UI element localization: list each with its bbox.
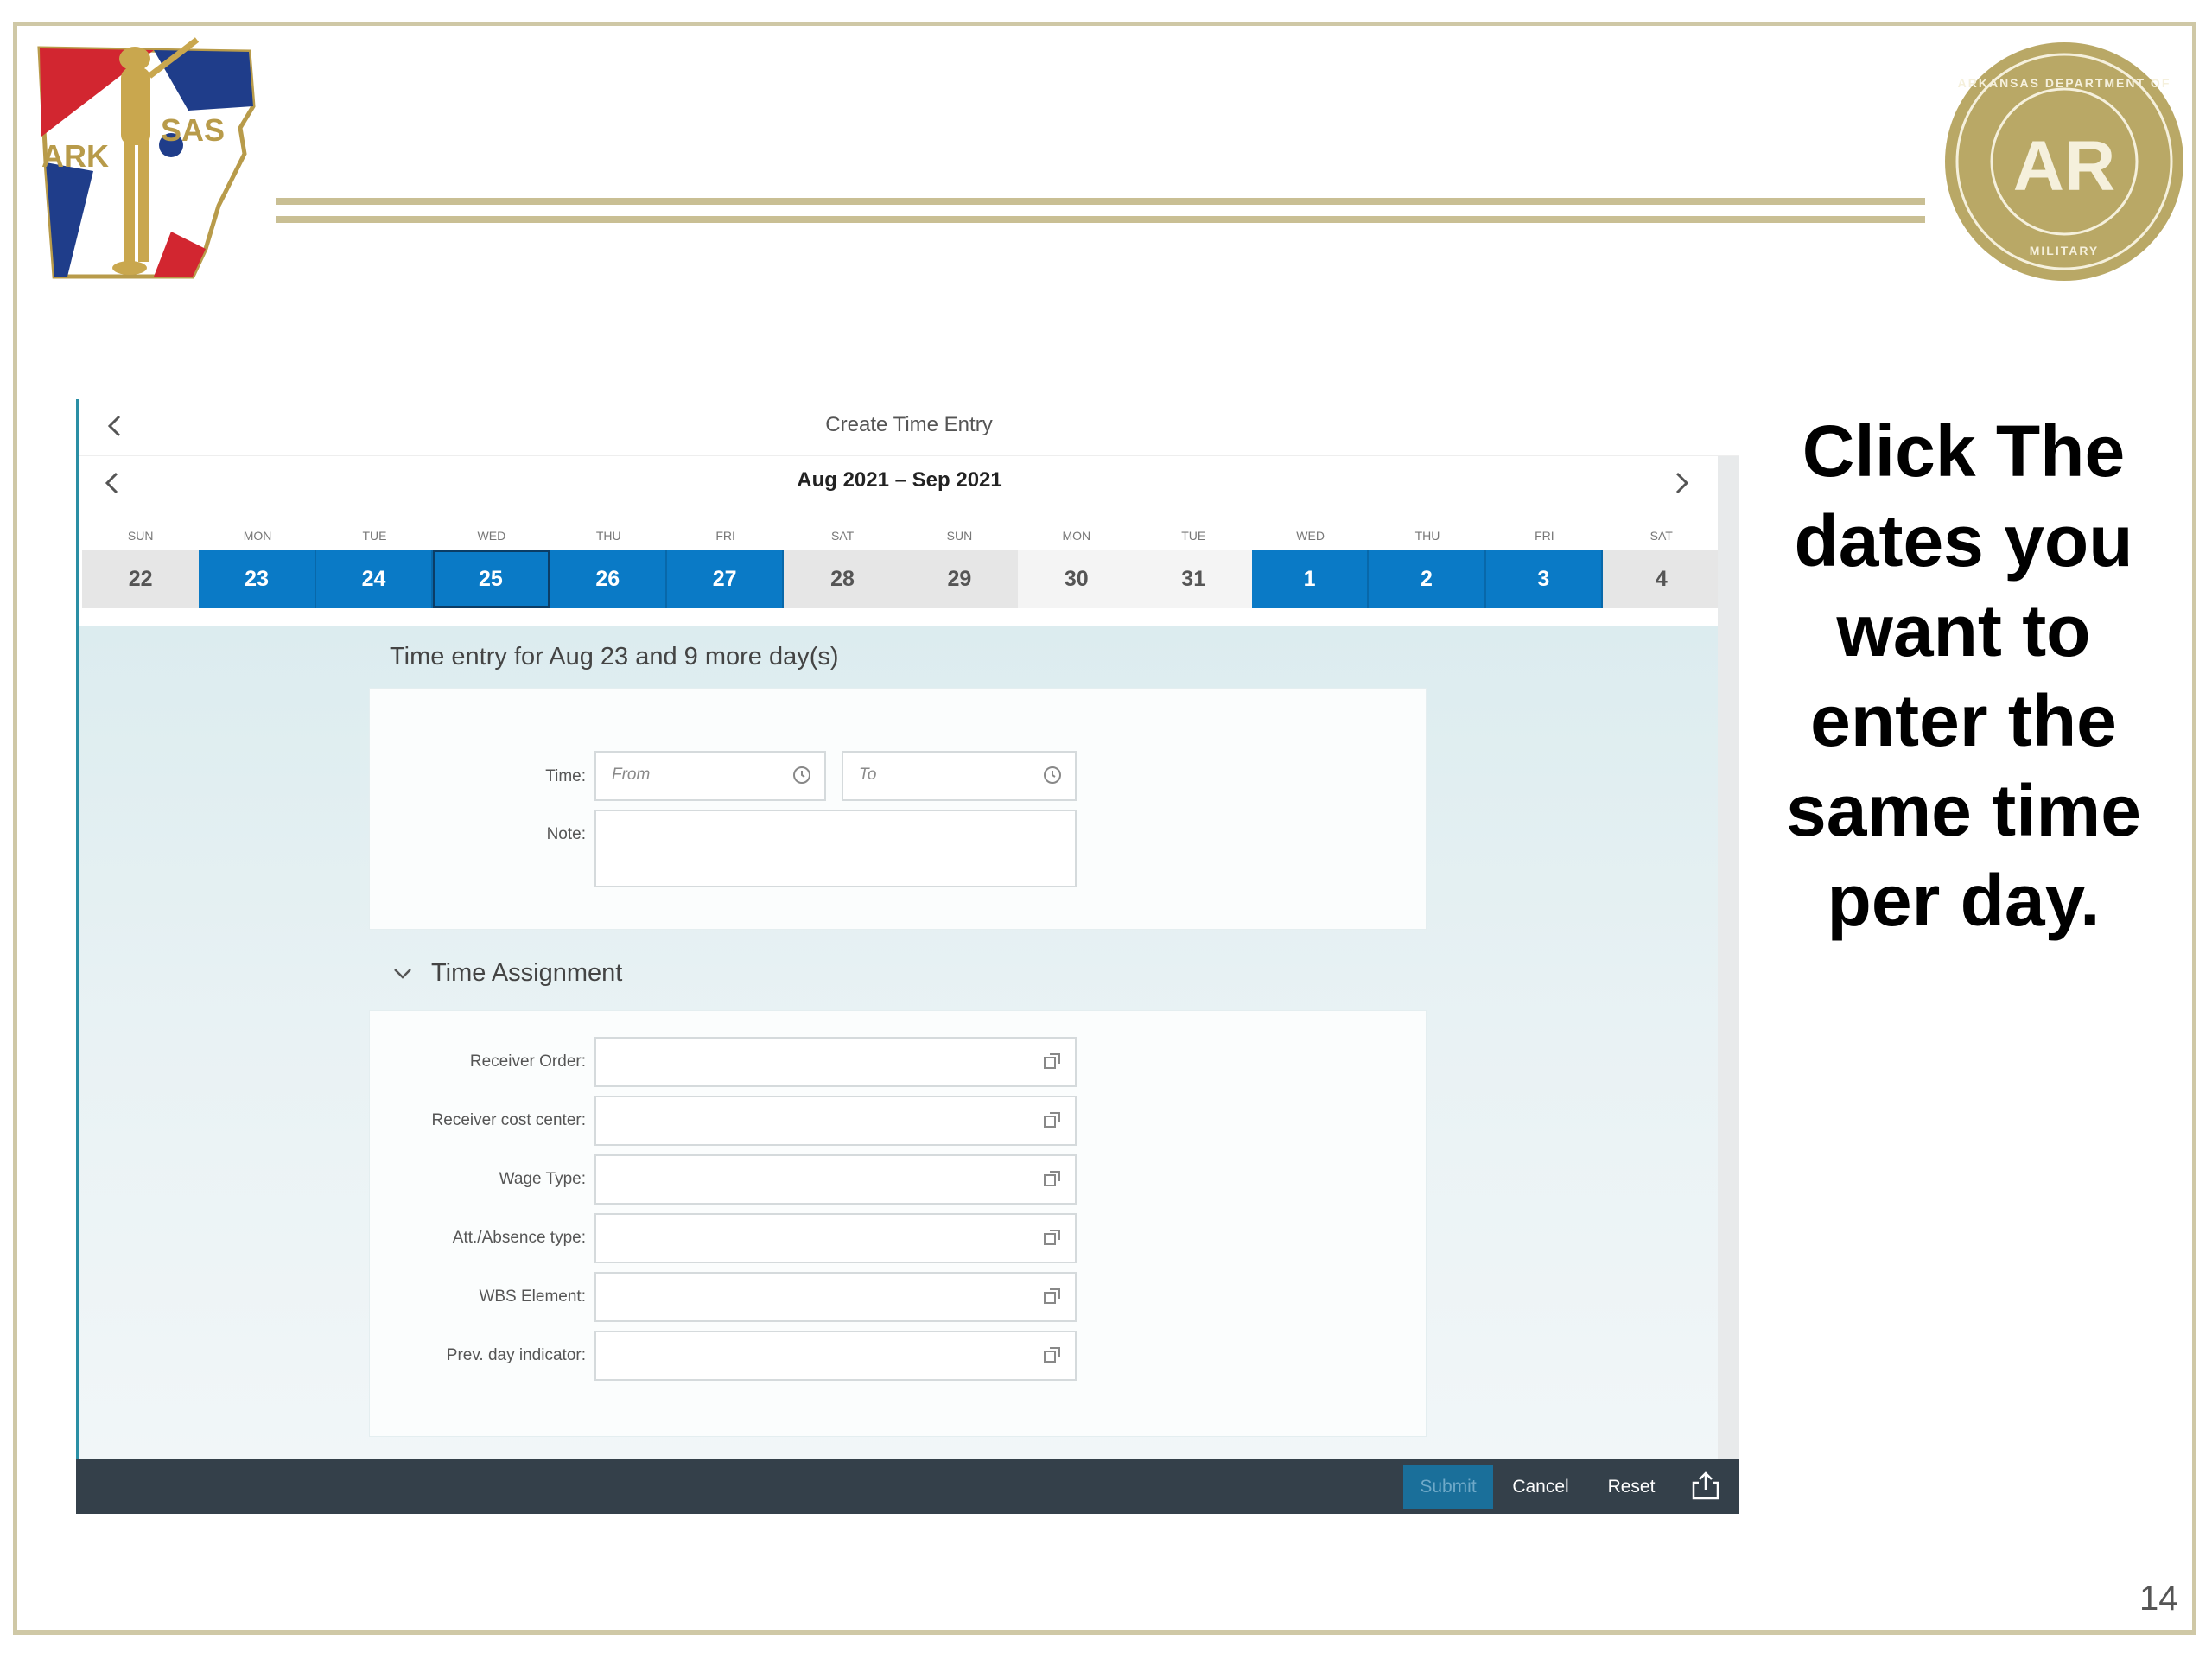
value-help-icon[interactable] xyxy=(1042,1109,1063,1130)
day-of-week-label: FRI xyxy=(1535,529,1554,543)
calendar-day[interactable]: MON 30 xyxy=(1018,524,1135,622)
next-period-icon[interactable] xyxy=(1667,468,1696,498)
entry-heading: Time entry for Aug 23 and 9 more day(s) xyxy=(390,643,839,671)
calendar-day[interactable]: FRI 27 xyxy=(666,524,785,622)
value-help-icon[interactable] xyxy=(1042,1168,1063,1189)
day-number[interactable]: 28 xyxy=(784,550,901,608)
header-rule-top xyxy=(276,198,1925,205)
day-of-week-label: SUN xyxy=(946,529,973,543)
share-icon[interactable] xyxy=(1690,1471,1721,1502)
scrollbar[interactable] xyxy=(1718,456,1739,1459)
day-number[interactable]: 2 xyxy=(1369,550,1486,608)
assignment-field-input[interactable] xyxy=(594,1331,1077,1381)
department-seal: ARKANSAS DEPARTMENT OF MILITARY AR xyxy=(1942,39,2186,285)
svg-text:MILITARY: MILITARY xyxy=(2030,244,2100,257)
app-title: Create Time Entry xyxy=(825,413,993,436)
chevron-down-icon[interactable] xyxy=(390,961,416,987)
calendar-day[interactable]: SAT 4 xyxy=(1603,524,1720,622)
time-entry-app: Create Time Entry Aug 2021 – Sep 2021 SU… xyxy=(76,399,1739,1514)
time-picker-icon[interactable] xyxy=(1042,765,1063,785)
assignment-field-label: Wage Type: xyxy=(499,1170,586,1188)
submit-button[interactable]: Submit xyxy=(1403,1465,1493,1509)
svg-text:SAS: SAS xyxy=(161,112,225,148)
form-content: Time entry for Aug 23 and 9 more day(s) … xyxy=(79,626,1718,1459)
value-help-icon[interactable] xyxy=(1042,1344,1063,1365)
calendar-day[interactable]: THU 2 xyxy=(1369,524,1486,622)
day-number[interactable]: 3 xyxy=(1485,550,1604,608)
value-help-icon[interactable] xyxy=(1042,1051,1063,1071)
day-of-week-label: TUE xyxy=(362,529,387,543)
note-textarea[interactable] xyxy=(594,810,1077,887)
calendar-day[interactable]: WED 1 xyxy=(1251,524,1370,622)
calendar-day[interactable]: SUN 22 xyxy=(82,524,200,622)
day-of-week-label: SUN xyxy=(127,529,154,543)
day-number[interactable]: 1 xyxy=(1251,550,1370,608)
time-from-input[interactable]: From xyxy=(594,751,826,801)
assignment-field-label: Att./Absence type: xyxy=(452,1229,586,1247)
day-of-week-label: THU xyxy=(1414,529,1440,543)
day-of-week-label: WED xyxy=(477,529,506,543)
day-number[interactable]: 23 xyxy=(199,550,316,608)
app-title-bar: Create Time Entry xyxy=(79,399,1739,456)
assignment-field-label: WBS Element: xyxy=(479,1287,586,1306)
day-number[interactable]: 31 xyxy=(1135,550,1252,608)
day-of-week-label: TUE xyxy=(1181,529,1206,543)
assignment-field-input[interactable] xyxy=(594,1037,1077,1087)
calendar-day[interactable]: TUE 24 xyxy=(315,524,434,622)
day-of-week-label: THU xyxy=(595,529,621,543)
arkansas-guard-logo: ARK SAS xyxy=(33,33,279,292)
svg-text:ARK: ARK xyxy=(41,138,109,174)
day-of-week-label: WED xyxy=(1296,529,1325,543)
assignment-field-input[interactable] xyxy=(594,1213,1077,1263)
calendar-day[interactable]: THU 26 xyxy=(550,524,667,622)
action-footer: Submit Cancel Reset xyxy=(76,1459,1739,1514)
day-number[interactable]: 29 xyxy=(900,550,1019,608)
from-placeholder: From xyxy=(612,766,651,784)
day-number[interactable]: 24 xyxy=(315,550,434,608)
time-panel: Time: From To Note: xyxy=(369,688,1427,930)
day-number[interactable]: 4 xyxy=(1603,550,1720,608)
assignment-field-input[interactable] xyxy=(594,1096,1077,1146)
calendar-days: SUN 22 MON 23 TUE 24 WED 25 THU 26 FRI 27 SAT 28 SUN 29… xyxy=(82,524,1720,622)
assignment-field-label: Receiver cost center: xyxy=(431,1111,586,1129)
calendar-day[interactable]: TUE 31 xyxy=(1135,524,1252,622)
svg-text:ARKANSAS DEPARTMENT OF: ARKANSAS DEPARTMENT OF xyxy=(1958,76,2171,90)
time-assignment-panel: Receiver Order: Receiver cost center: Wage… xyxy=(369,1010,1427,1437)
page-number: 14 xyxy=(2139,1580,2178,1618)
time-assignment-title: Time Assignment xyxy=(431,959,623,987)
calendar-day[interactable]: SAT 28 xyxy=(784,524,901,622)
day-number[interactable]: 22 xyxy=(82,550,200,608)
day-number[interactable]: 27 xyxy=(666,550,785,608)
day-of-week-label: MON xyxy=(1062,529,1091,543)
time-label: Time: xyxy=(545,767,586,785)
calendar-day[interactable]: FRI 3 xyxy=(1485,524,1604,622)
calendar-day[interactable]: SUN 29 xyxy=(900,524,1019,622)
assignment-field-label: Prev. day indicator: xyxy=(446,1346,586,1364)
reset-button[interactable]: Reset xyxy=(1597,1465,1666,1509)
value-help-icon[interactable] xyxy=(1042,1227,1063,1248)
day-number[interactable]: 26 xyxy=(550,550,667,608)
day-of-week-label: FRI xyxy=(715,529,735,543)
day-number[interactable]: 30 xyxy=(1018,550,1135,608)
header-rule-bottom xyxy=(276,216,1925,223)
day-of-week-label: SAT xyxy=(1649,529,1673,543)
assignment-field-input[interactable] xyxy=(594,1154,1077,1205)
date-picker-calendar: Aug 2021 – Sep 2021 SUN 22 MON 23 TUE 24 WED 25… xyxy=(79,456,1720,626)
to-placeholder: To xyxy=(859,766,877,784)
cancel-button[interactable]: Cancel xyxy=(1502,1465,1580,1509)
calendar-day[interactable]: MON 23 xyxy=(199,524,316,622)
day-number[interactable]: 25 xyxy=(433,550,550,608)
assignment-field-label: Receiver Order: xyxy=(469,1052,586,1071)
instruction-text: Click The dates you want to enter the sa… xyxy=(1786,410,2141,941)
time-to-input[interactable]: To xyxy=(842,751,1077,801)
time-picker-icon[interactable] xyxy=(791,765,812,785)
note-label: Note: xyxy=(546,825,586,843)
assignment-field-input[interactable] xyxy=(594,1272,1077,1322)
calendar-day[interactable]: WED 25 xyxy=(433,524,550,622)
date-range-label: Aug 2021 – Sep 2021 xyxy=(797,468,1002,492)
value-help-icon[interactable] xyxy=(1042,1286,1063,1306)
svg-text:AR: AR xyxy=(2013,127,2115,206)
day-of-week-label: MON xyxy=(243,529,272,543)
day-of-week-label: SAT xyxy=(830,529,855,543)
